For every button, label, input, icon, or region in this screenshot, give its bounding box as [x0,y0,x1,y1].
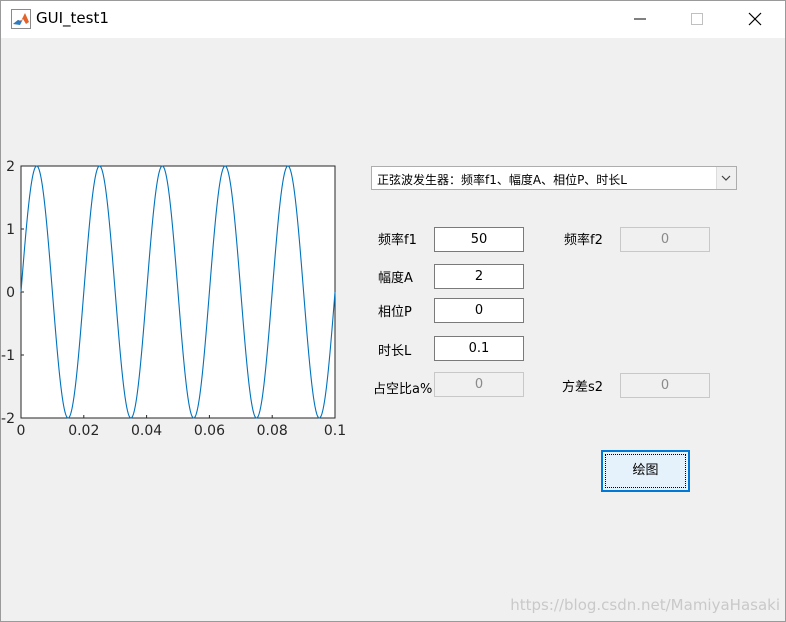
close-icon [748,12,762,26]
sine-wave-plot: 0 0.02 0.04 0.06 0.08 0.1 2 1 0 -1 -2 [1,159,346,439]
duration-label: 时长L [378,344,412,359]
duty-cycle-label: 占空比a% [373,382,433,397]
y-tick-label: -2 [1,411,15,427]
chevron-down-icon [721,175,731,181]
x-tick-label: 0.06 [194,423,225,439]
duty-cycle-input[interactable]: 0 [434,372,524,397]
minimize-icon [634,18,646,20]
close-button[interactable] [726,0,784,38]
x-tick-label: 0 [17,423,26,439]
maximize-icon [691,13,703,25]
x-tick-label: 0.02 [68,423,99,439]
frequency-f2-input[interactable]: 0 [620,227,710,252]
x-tick-label: 0.1 [324,423,346,439]
x-tick-label: 0.04 [131,423,162,439]
y-tick-label: -1 [1,348,15,364]
watermark: https://blog.csdn.net/MamiyaHasaki [510,596,780,614]
phase-label: 相位P [378,305,412,320]
waveform-select[interactable]: 正弦波发生器：频率f1、幅度A、相位P、时长L [371,166,737,190]
window-title: GUI_test1 [36,9,109,27]
phase-input[interactable]: 0 [434,298,524,323]
plot-button[interactable]: 绘图 [601,450,690,492]
duration-input[interactable]: 0.1 [434,336,524,361]
frequency-f1-input[interactable]: 50 [434,227,524,252]
focus-outline [605,454,686,488]
variance-input[interactable]: 0 [620,373,710,398]
x-tick-label: 0.08 [257,423,288,439]
maximize-button[interactable] [668,0,726,38]
title-bar: GUI_test1 [0,0,786,38]
waveform-select-value: 正弦波发生器：频率f1、幅度A、相位P、时长L [377,173,627,187]
y-tick-label: 1 [6,222,15,238]
frequency-f1-label: 频率f1 [378,233,417,248]
frequency-f2-label: 频率f2 [564,233,603,248]
amplitude-input[interactable]: 2 [434,264,524,289]
minimize-button[interactable] [611,0,669,38]
y-tick-label: 0 [6,285,15,301]
y-tick-label: 2 [6,159,15,175]
dropdown-arrow-button[interactable] [716,167,736,189]
variance-label: 方差s2 [562,380,604,395]
amplitude-label: 幅度A [378,271,413,286]
matlab-icon [11,9,31,29]
